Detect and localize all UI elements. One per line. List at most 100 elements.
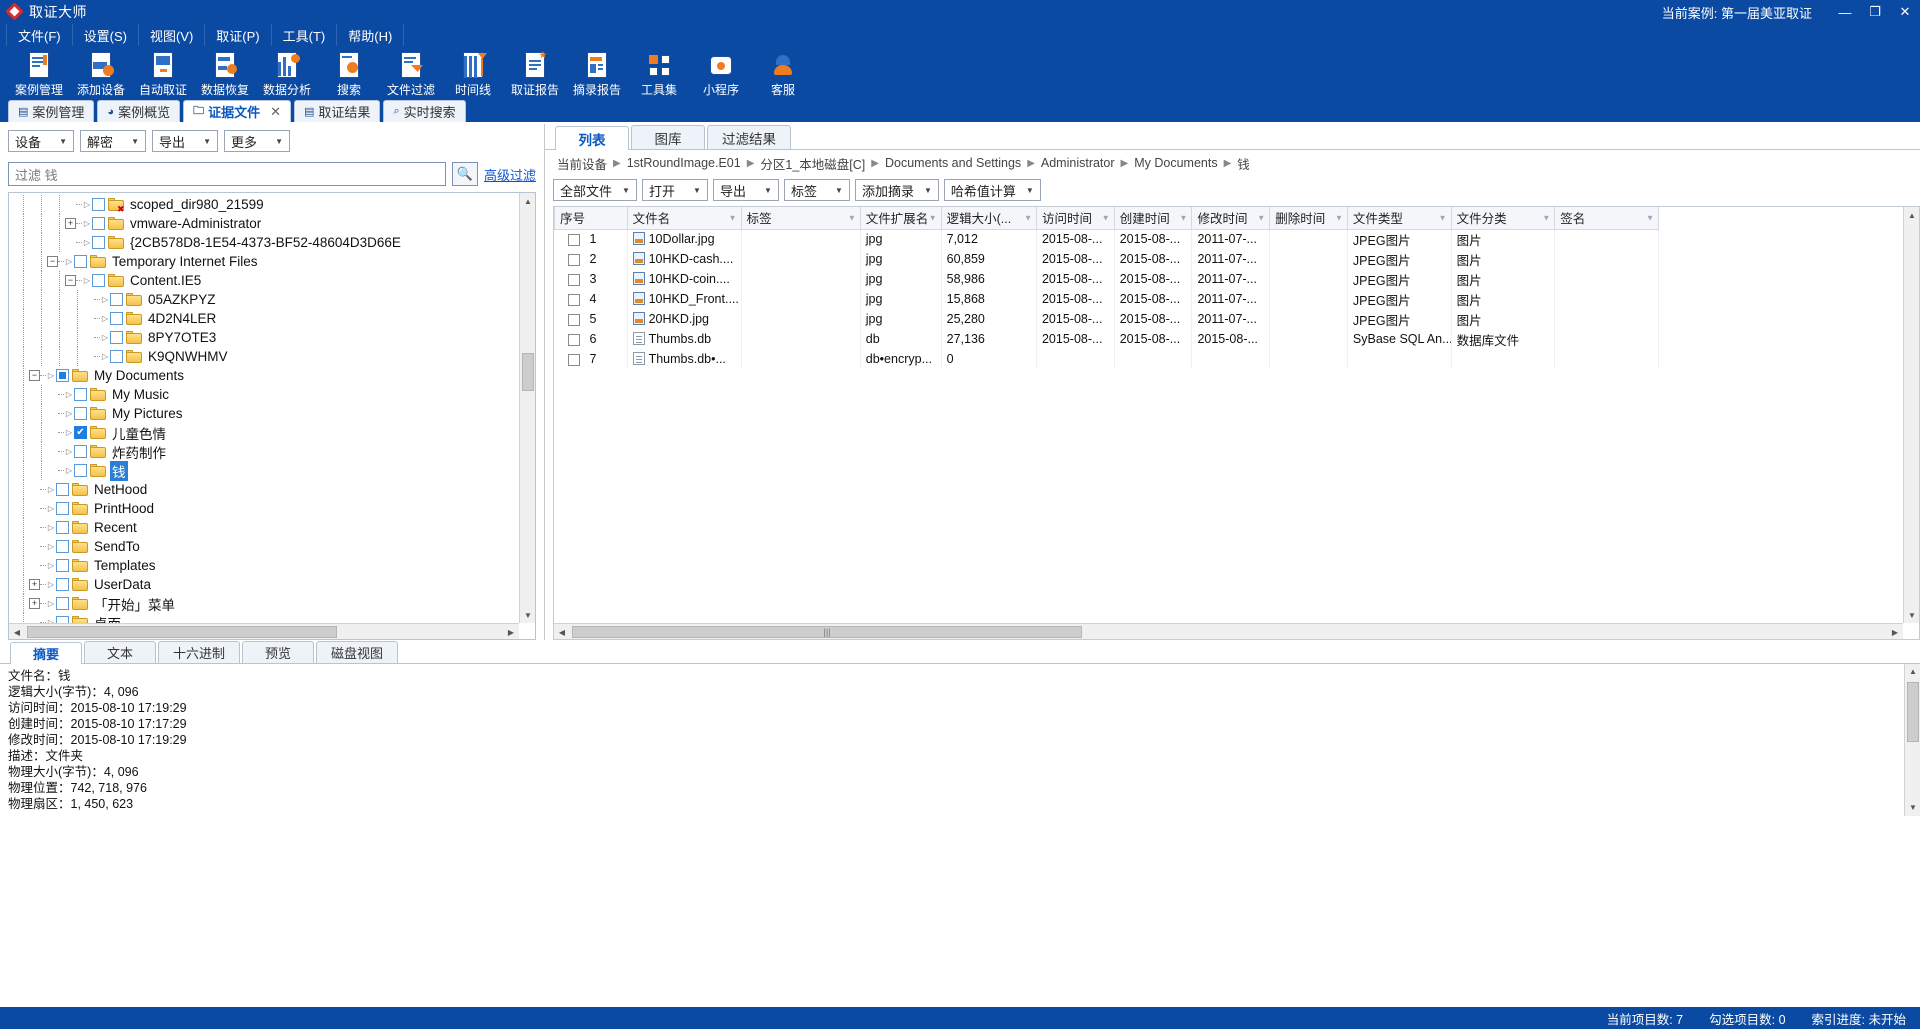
filter-icon[interactable]: ▼ [1439,213,1447,222]
row-checkbox[interactable] [567,353,580,366]
detail-tab-3[interactable]: 预览 [242,641,315,663]
filter-icon[interactable]: ▼ [1257,213,1265,222]
tree-scroll-right-button[interactable]: ▶ [503,624,519,639]
filter-icon[interactable]: ▼ [1180,213,1188,222]
tree-item-checkbox[interactable] [74,407,87,420]
menu-item-5[interactable]: 帮助(H) [336,24,405,46]
grid-scroll-right-button[interactable]: ▶ [1887,624,1903,639]
ribbon-button-11[interactable]: 小程序 [690,48,752,98]
tree-item[interactable]: + ▷ 「开始」菜单 [9,594,519,613]
column-header-8[interactable]: 删除时间 ▼ [1269,207,1348,230]
tree-vscroll-thumb[interactable] [522,353,534,391]
tree-item-checkbox[interactable] [56,483,69,496]
row-checkbox[interactable] [567,293,580,306]
grid-scroll-up-button[interactable]: ▲ [1904,207,1919,223]
row-checkbox[interactable] [567,313,580,326]
tree-item-checkbox[interactable] [74,255,87,268]
grid-vertical-scrollbar[interactable]: ▲ ▼ [1903,207,1919,623]
menu-item-2[interactable]: 视图(V) [137,24,206,46]
tree-item[interactable]: ▷ {2CB578D8-1E54-4373-BF52-48604D3D66E [9,233,519,252]
breadcrumb-item-1[interactable]: 1stRoundImage.E01 [627,156,741,170]
ribbon-button-8[interactable]: 取证报告 [504,48,566,98]
menu-item-0[interactable]: 文件(F) [6,24,73,46]
main-tab-3[interactable]: ▤ 取证结果 [294,100,381,122]
tree-item[interactable]: ▷ My Music [9,385,519,404]
filter-icon[interactable]: ▼ [1102,213,1110,222]
file-toolbar-dropdown-1[interactable]: 打开 ▼ [641,179,708,201]
tree-item[interactable]: + ▷ vmware-Administrator [9,214,519,233]
tree-item[interactable]: ▷ SendTo [9,537,519,556]
tree-item-checkbox[interactable] [74,388,87,401]
row-checkbox[interactable] [567,253,580,266]
table-row[interactable]: 5 20HKD.jpg jpg 25,280 2015-08-... 2015-08-..… [554,309,1659,329]
table-row[interactable]: 6 Thumbs.db db 27,136 2015-08-... 2015-08-...… [554,329,1659,349]
file-grid[interactable]: 序号 文件名 ▼ 标签 ▼ 文件扩展名 ▼ 逻辑大小(... ▼ 访问时间 ▼ 创建时间 ▼ 修改时间 ▼ 删… [554,207,1903,623]
search-icon[interactable]: 🔍 [451,162,478,186]
column-header-1[interactable]: 文件名 ▼ [626,207,742,230]
filter-input[interactable]: 过滤 钱 [8,162,446,186]
filter-icon[interactable]: ▼ [1646,213,1654,222]
ribbon-button-5[interactable]: 搜索 [318,48,380,98]
ribbon-button-9[interactable]: 摘录报告 [566,48,628,98]
tree-item[interactable]: ▷ 钱 [9,460,519,481]
column-header-3[interactable]: 文件扩展名 ▼ [859,207,942,230]
grid-scroll-left-button[interactable]: ◀ [554,624,570,639]
ribbon-button-2[interactable]: 自动取证 [132,48,194,98]
file-toolbar-dropdown-0[interactable]: 全部文件 ▼ [553,179,637,201]
tree-scroll-up-button[interactable]: ▲ [520,193,535,209]
tree-item[interactable]: ▷ K9QNWHMV [9,347,519,366]
close-icon[interactable]: ✕ [270,104,281,120]
summary-vscroll-thumb[interactable] [1907,682,1919,742]
table-row[interactable]: 3 10HKD-coin.... jpg 58,986 2015-08-... 2015-… [554,269,1659,289]
breadcrumb-item-0[interactable]: 当前设备 [557,154,607,173]
column-header-9[interactable]: 文件类型 ▼ [1346,207,1452,230]
column-header-6[interactable]: 创建时间 ▼ [1113,207,1193,230]
tree-item[interactable]: ▷ 4D2N4LER [9,309,519,328]
tree-item-checkbox[interactable] [56,616,69,623]
file-view-tab-0[interactable]: 列表 [555,126,629,150]
minimize-button[interactable]: — [1830,0,1860,24]
tree-item[interactable]: ▷桌面 [9,613,519,623]
file-view-tab-2[interactable]: 过滤结果 [707,125,791,149]
tree-item[interactable]: ▷ Templates [9,556,519,575]
filter-icon[interactable]: ▼ [1024,213,1032,222]
ribbon-button-4[interactable]: 数据分析 [256,48,318,98]
table-row[interactable]: 1 10Dollar.jpg jpg 7,012 2015-08-... 2015-08-… [554,229,1659,249]
tree-expander[interactable]: − [47,256,58,267]
menu-item-1[interactable]: 设置(S) [71,24,139,46]
tree-hscroll-thumb[interactable] [27,626,337,638]
row-checkbox[interactable] [567,233,580,246]
tree-expander[interactable]: + [29,598,40,609]
table-row[interactable]: 4 10HKD_Front.... jpg 15,868 2015-08-... 2015… [554,289,1659,309]
tree-item-checkbox[interactable] [110,331,123,344]
tree-scroll-down-button[interactable]: ▼ [520,607,535,623]
tree-item-checkbox[interactable] [92,274,105,287]
ribbon-button-10[interactable]: 工具集 [628,48,690,98]
grid-scroll-down-button[interactable]: ▼ [1904,607,1919,623]
filter-icon[interactable]: ▼ [848,213,856,222]
column-header-2[interactable]: 标签 ▼ [740,207,861,230]
tree-expander[interactable]: + [65,218,76,229]
detail-tab-2[interactable]: 十六进制 [158,641,241,663]
ribbon-button-1[interactable]: 添加设备 [70,48,132,98]
column-header-4[interactable]: 逻辑大小(... ▼ [940,207,1037,230]
summary-vertical-scrollbar[interactable]: ▲ ▼ [1904,664,1920,816]
main-tab-2[interactable]: 🗀 证据文件 ✕ [183,100,292,122]
filter-icon[interactable]: ▼ [1542,213,1550,222]
left-toolbar-dropdown-2[interactable]: 导出 ▼ [152,130,218,152]
filter-icon[interactable]: ▼ [929,213,937,222]
ribbon-button-12[interactable]: 客服 [752,48,814,98]
breadcrumb-item-3[interactable]: Documents and Settings [885,156,1021,170]
ribbon-button-0[interactable]: 案例管理 [8,48,70,98]
breadcrumb-item-4[interactable]: Administrator [1041,156,1115,170]
file-view-tab-1[interactable]: 图库 [631,125,705,149]
column-header-0[interactable]: 序号 [554,207,628,230]
tree-item[interactable]: ▷ 炸药制作 [9,442,519,461]
tree-item-checkbox[interactable] [74,426,87,439]
maximize-button[interactable]: ❐ [1860,0,1890,24]
tree-item[interactable]: − ▷ My Documents [9,366,519,385]
detail-tab-4[interactable]: 磁盘视图 [316,641,399,663]
column-header-5[interactable]: 访问时间 ▼ [1035,207,1115,230]
breadcrumb-item-6[interactable]: 钱 [1237,154,1250,173]
tree-item-checkbox[interactable] [56,559,69,572]
